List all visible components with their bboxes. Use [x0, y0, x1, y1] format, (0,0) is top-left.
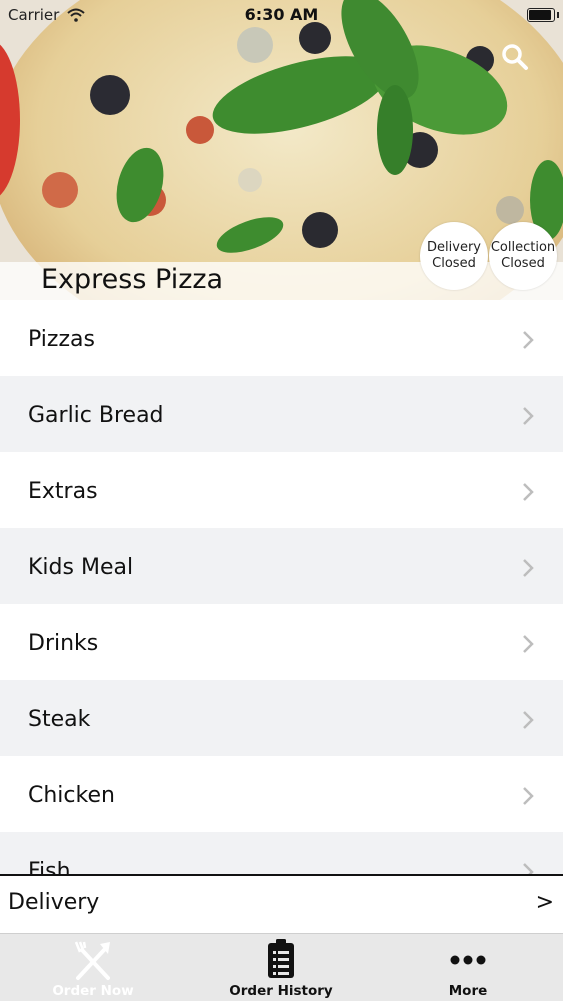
fork-knife-icon [74, 941, 110, 980]
clipboard-list-icon [268, 939, 294, 978]
category-row-kids-meal[interactable]: Kids Meal [0, 528, 563, 604]
delivery-mode-label: Delivery [8, 890, 100, 915]
category-list: Pizzas Garlic Bread Extras Kids Meal Dri… [0, 300, 563, 876]
tab-order-history[interactable]: Order History [220, 934, 342, 1001]
chevron-right-icon [523, 483, 534, 501]
tab-label: Order Now [52, 983, 134, 999]
search-icon [502, 44, 528, 70]
tab-label: Order History [229, 983, 333, 999]
category-label: Drinks [28, 631, 99, 656]
status-time: 6:30 AM [244, 5, 319, 24]
chevron-right-icon [523, 635, 534, 653]
category-row-steak[interactable]: Steak [0, 680, 563, 756]
battery-level [529, 10, 551, 20]
more-dots-icon [450, 955, 486, 965]
restaurant-name: Express Pizza [41, 264, 224, 295]
collection-badge-status: Closed [501, 256, 545, 271]
status-bar: Carrier 6:30 AM [0, 0, 563, 30]
tab-more[interactable]: More [428, 934, 508, 1001]
search-button[interactable] [496, 38, 534, 76]
tab-bar: Order Now Order History More [0, 933, 563, 1001]
category-label: Extras [28, 479, 98, 504]
tab-order-now[interactable]: Order Now [30, 934, 156, 1001]
category-label: Fish [28, 859, 71, 876]
battery-icon [527, 8, 559, 22]
chevron-right-icon [523, 787, 534, 805]
category-row-garlic-bread[interactable]: Garlic Bread [0, 376, 563, 452]
delivery-badge-status: Closed [432, 256, 476, 271]
category-label: Chicken [28, 783, 115, 808]
category-row-extras[interactable]: Extras [0, 452, 563, 528]
category-label: Pizzas [28, 327, 95, 352]
chevron-right-icon [523, 711, 534, 729]
delivery-mode-arrow: > [535, 890, 554, 915]
category-label: Steak [28, 707, 91, 732]
delivery-status-badge: Delivery Closed [420, 222, 488, 290]
collection-badge-title: Collection [490, 240, 556, 255]
category-row-chicken[interactable]: Chicken [0, 756, 563, 832]
chevron-right-icon [523, 407, 534, 425]
tab-label: More [448, 983, 488, 999]
category-row-fish[interactable]: Fish [0, 832, 563, 876]
delivery-badge-title: Delivery [427, 240, 481, 255]
chevron-right-icon [523, 559, 534, 577]
category-row-pizzas[interactable]: Pizzas [0, 300, 563, 376]
category-label: Garlic Bread [28, 403, 164, 428]
collection-status-badge: Collection Closed [489, 222, 557, 290]
chevron-right-icon [523, 331, 534, 349]
category-row-drinks[interactable]: Drinks [0, 604, 563, 680]
delivery-mode-bar[interactable]: Delivery > [0, 874, 563, 934]
category-label: Kids Meal [28, 555, 134, 580]
